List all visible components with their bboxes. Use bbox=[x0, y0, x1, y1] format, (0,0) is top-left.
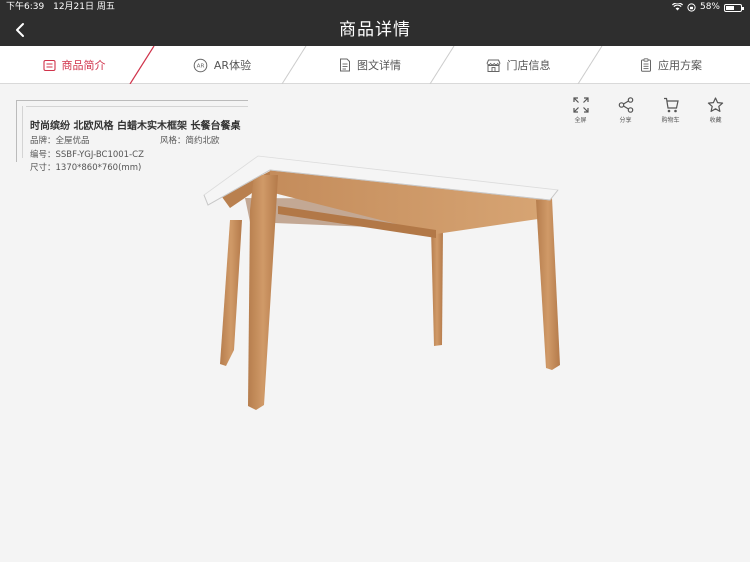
wifi-icon bbox=[671, 3, 683, 11]
product-3d-view[interactable] bbox=[190, 150, 570, 415]
brand-label: 品牌： bbox=[30, 136, 56, 146]
action-label: 购物车 bbox=[661, 117, 680, 124]
action-bar: 全屏 分享 购物车 收藏 bbox=[558, 97, 738, 124]
share-icon bbox=[618, 97, 633, 113]
tab-label: 图文详情 bbox=[357, 59, 401, 72]
code-value: SSBF-YGJ-BC1001-CZ bbox=[55, 150, 144, 160]
battery-percent: 58% bbox=[699, 2, 720, 12]
document-icon bbox=[340, 58, 350, 72]
store-icon bbox=[486, 59, 500, 72]
nav-bar: 商品详情 bbox=[0, 14, 750, 46]
tab-label: 门店信息 bbox=[506, 59, 551, 72]
page-title: 商品详情 bbox=[339, 20, 411, 40]
status-date: 12月21日 周五 bbox=[53, 2, 115, 12]
tab-summary[interactable]: 商品简介 bbox=[0, 46, 148, 84]
svg-text:AR: AR bbox=[197, 63, 205, 69]
status-time: 下午6:39 bbox=[6, 2, 45, 12]
star-icon bbox=[707, 97, 724, 112]
table-leg-front-right bbox=[536, 198, 560, 370]
brand-value: 全屋优品 bbox=[55, 136, 90, 146]
table-leg-back-left bbox=[220, 220, 242, 366]
action-label: 全屏 bbox=[574, 117, 587, 124]
action-label: 收藏 bbox=[709, 117, 722, 124]
tab-details[interactable]: 图文详情 bbox=[296, 46, 444, 84]
product-title: 时尚缤纷 北欧风格 白蜡木实木框架 长餐台餐桌 bbox=[30, 121, 241, 132]
tab-ar[interactable]: AR AR体验 bbox=[148, 46, 296, 84]
orientation-lock-icon bbox=[687, 2, 696, 12]
cart-icon bbox=[663, 97, 679, 113]
ar-icon: AR bbox=[193, 58, 208, 72]
code-label: 编号： bbox=[30, 150, 56, 160]
summary-icon bbox=[42, 59, 56, 71]
tab-label: 应用方案 bbox=[658, 59, 702, 72]
favorite-button[interactable]: 收藏 bbox=[693, 97, 738, 124]
clipboard-icon bbox=[641, 58, 651, 72]
style-row: 风格：简约北欧 bbox=[160, 134, 220, 146]
style-label: 风格： bbox=[160, 136, 186, 146]
tab-bar: 商品简介 AR AR体验 图文详情 门店信息 应用方案 bbox=[0, 46, 750, 84]
size-row: 尺寸：1370*860*760(mm) bbox=[30, 161, 141, 173]
battery-icon bbox=[724, 3, 744, 12]
tab-store[interactable]: 门店信息 bbox=[444, 46, 592, 84]
tab-label: AR体验 bbox=[213, 59, 252, 72]
code-row: 编号：SSBF-YGJ-BC1001-CZ bbox=[30, 148, 144, 160]
cart-button[interactable]: 购物车 bbox=[648, 97, 693, 124]
fullscreen-icon bbox=[572, 97, 589, 113]
tab-solutions[interactable]: 应用方案 bbox=[592, 46, 750, 84]
status-bar: 下午6:39 12月21日 周五 58% bbox=[0, 0, 750, 14]
table-leg-back-center bbox=[431, 228, 443, 346]
size-label: 尺寸： bbox=[30, 163, 56, 173]
share-button[interactable]: 分享 bbox=[603, 97, 648, 124]
brand-row: 品牌：全屋优品 bbox=[30, 134, 90, 146]
tab-label: 商品简介 bbox=[61, 59, 106, 72]
style-value: 简约北欧 bbox=[185, 136, 220, 146]
table-leg-front-left bbox=[248, 175, 278, 410]
action-label: 分享 bbox=[619, 117, 632, 124]
fullscreen-button[interactable]: 全屏 bbox=[558, 97, 603, 124]
size-value: 1370*860*760(mm) bbox=[55, 163, 142, 173]
